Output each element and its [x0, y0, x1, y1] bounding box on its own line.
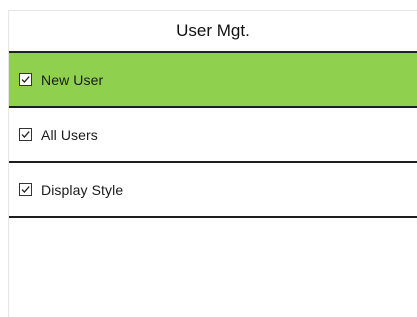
menu-item-all-users[interactable]: All Users — [9, 108, 417, 161]
page-title: User Mgt. — [9, 11, 417, 51]
item-divider — [9, 216, 417, 218]
menu-item-label: All Users — [41, 126, 98, 143]
menu-item-display-style[interactable]: Display Style — [9, 163, 417, 216]
user-management-screen: User Mgt. New User All Users Display Sty… — [0, 0, 417, 317]
menu-item-label: Display Style — [41, 181, 124, 198]
checkbox-checked-icon — [19, 73, 32, 86]
page-title-text: User Mgt. — [176, 21, 250, 40]
checkbox-checked-icon — [19, 183, 32, 196]
menu-item-label: New User — [41, 71, 104, 88]
checkbox-checked-icon — [19, 128, 32, 141]
menu-item-new-user[interactable]: New User — [9, 53, 417, 106]
